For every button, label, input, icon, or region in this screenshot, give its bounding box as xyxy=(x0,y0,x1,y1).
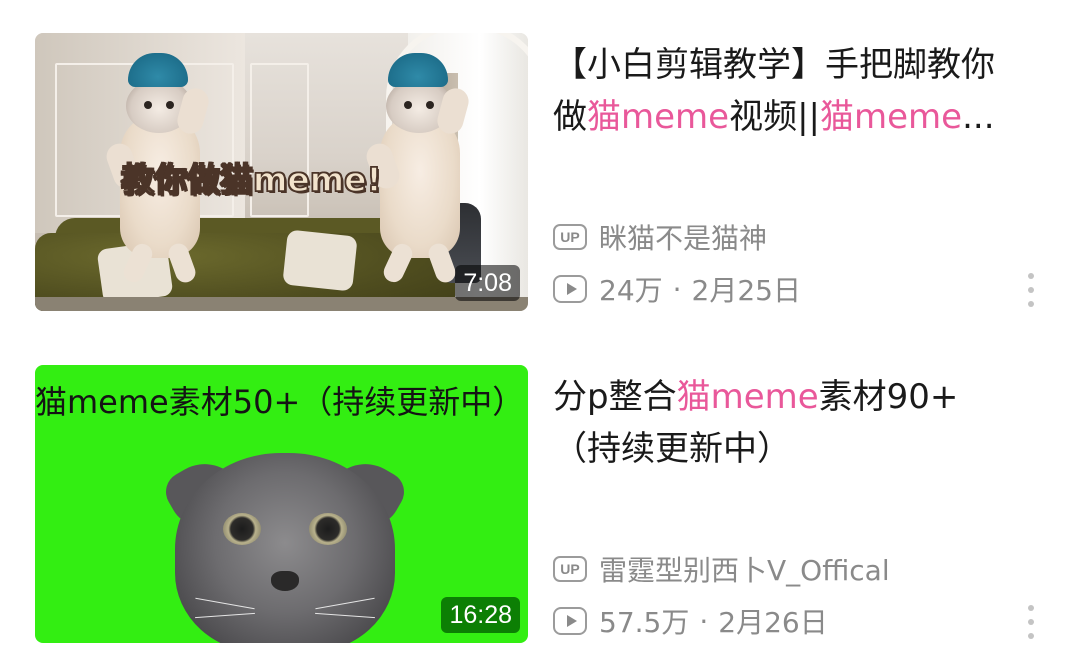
title-highlight: 猫 xyxy=(587,97,621,137)
thumbnail-overlay-text: 教你做猫meme! xyxy=(120,159,382,200)
video-card[interactable]: 猫meme素材50+（持续更新中） 16:28 分p整合猫meme素材90+ （… xyxy=(0,365,1066,645)
video-duration: 16:28 xyxy=(441,597,520,633)
uploader-name[interactable]: 雷霆型别西卜V_Offical xyxy=(599,549,890,589)
view-count: 57.5万 xyxy=(599,606,690,639)
title-highlight: 猫 xyxy=(820,97,854,137)
title-highlight: meme xyxy=(710,377,819,417)
separator: · xyxy=(699,604,709,638)
play-count-icon xyxy=(553,275,587,303)
title-line-1: 分p整合猫meme素材90+ xyxy=(553,371,1048,423)
stats-row: 24万 · 2月25日 xyxy=(553,271,801,307)
uploader-row[interactable]: UP 雷霆型别西卜V_Offical xyxy=(553,551,890,587)
video-duration: 7:08 xyxy=(455,265,520,301)
view-count: 24万 xyxy=(599,274,663,307)
title-highlight: meme xyxy=(621,97,730,137)
up-badge-icon: UP xyxy=(553,224,587,250)
video-info: 分p整合猫meme素材90+ （持续更新中） UP 雷霆型别西卜V_Offica… xyxy=(553,365,1053,643)
video-feed: 教你做猫meme! 7:08 【小白剪辑教学】手把脚教你 做猫meme视频||猫… xyxy=(0,0,1066,672)
more-vertical-icon[interactable] xyxy=(1025,273,1037,307)
gray-cat-image xyxy=(158,449,412,643)
separator: · xyxy=(672,272,682,306)
uploader-row[interactable]: UP 眯猫不是猫神 xyxy=(553,219,767,255)
title-highlight: 猫 xyxy=(676,377,711,417)
video-thumbnail[interactable]: 教你做猫meme! 7:08 xyxy=(35,33,528,311)
publish-date: 2月26日 xyxy=(718,606,828,639)
title-text: 素材90+ xyxy=(818,377,959,417)
uploader-name[interactable]: 眯猫不是猫神 xyxy=(599,217,767,257)
more-vertical-icon[interactable] xyxy=(1025,605,1037,639)
dancing-cat-image xyxy=(362,53,472,286)
title-ellipsis: ... xyxy=(962,97,995,137)
title-highlight: meme xyxy=(854,97,963,137)
video-title[interactable]: 【小白剪辑教学】手把脚教你 做猫meme视频||猫meme... xyxy=(553,39,1048,143)
video-thumbnail[interactable]: 猫meme素材50+（持续更新中） 16:28 xyxy=(35,365,528,643)
thumbnail-caption: 猫meme素材50+（持续更新中） xyxy=(35,383,525,421)
title-text: 做 xyxy=(553,97,587,137)
up-badge-icon: UP xyxy=(553,556,587,582)
floor xyxy=(35,297,528,311)
video-info: 【小白剪辑教学】手把脚教你 做猫meme视频||猫meme... UP 眯猫不是… xyxy=(553,33,1053,311)
title-line-1: 【小白剪辑教学】手把脚教你 xyxy=(553,45,995,85)
title-text: 视频|| xyxy=(729,97,820,137)
title-line-2: 做猫meme视频||猫meme... xyxy=(553,91,1048,143)
publish-date: 2月25日 xyxy=(691,274,801,307)
play-count-icon xyxy=(553,607,587,635)
stats-row: 57.5万 · 2月26日 xyxy=(553,603,828,639)
pillow xyxy=(282,229,358,292)
title-text: 分p整合 xyxy=(553,377,677,417)
title-line-2: （持续更新中） xyxy=(553,429,791,469)
video-title[interactable]: 分p整合猫meme素材90+ （持续更新中） xyxy=(553,371,1048,475)
video-card[interactable]: 教你做猫meme! 7:08 【小白剪辑教学】手把脚教你 做猫meme视频||猫… xyxy=(0,33,1066,313)
